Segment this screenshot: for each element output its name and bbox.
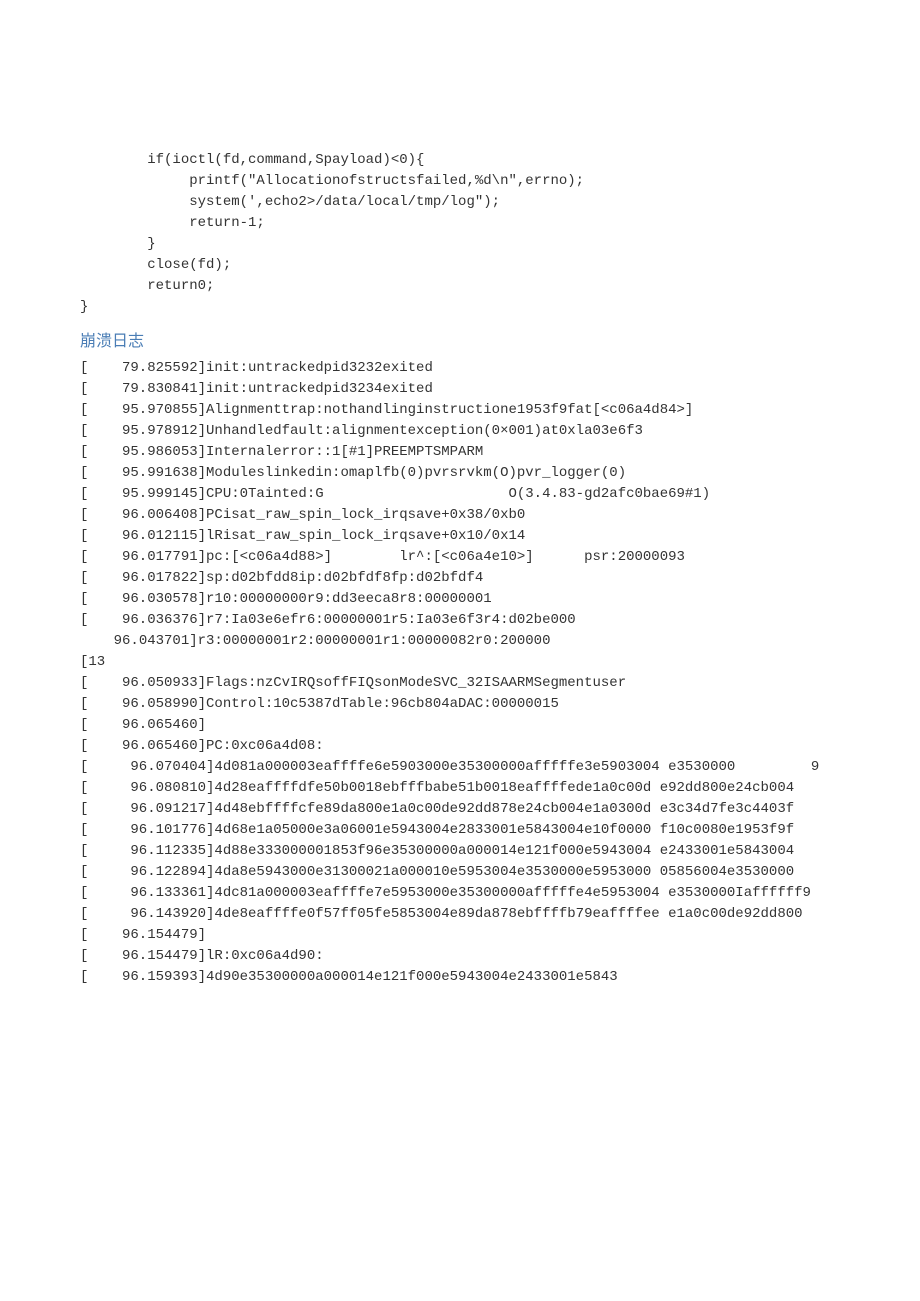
code-snippet: if(ioctl(fd,command,Spayload)<0){ printf… [80,150,840,318]
crash-log-heading: 崩溃日志 [80,330,840,354]
document-page: if(ioctl(fd,command,Spayload)<0){ printf… [0,0,920,1048]
crash-log-body: [ 79.825592]init:untrackedpid3232exited … [80,358,840,988]
